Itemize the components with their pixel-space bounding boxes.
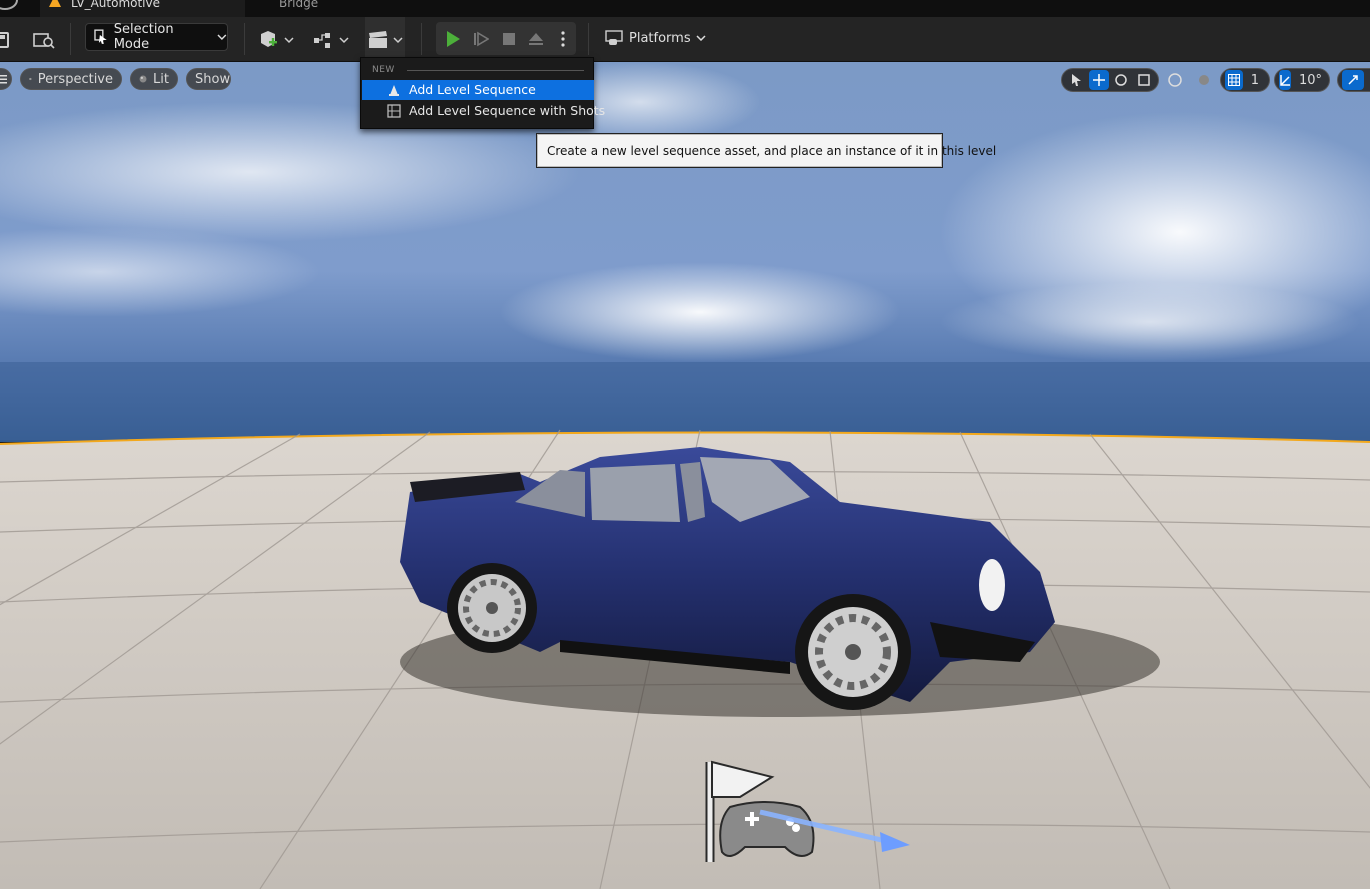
tab-level-label: LV_Automotive (71, 0, 160, 10)
show-label: Show (195, 71, 231, 87)
cursor-icon (1072, 74, 1082, 86)
tab-bridge-label: Bridge (279, 0, 319, 10)
menu-item-label: Add Level Sequence with Shots (409, 103, 606, 118)
world-icon (1168, 73, 1182, 87)
toolbar-divider (70, 23, 71, 55)
play-button[interactable] (441, 22, 465, 55)
platforms-dropdown[interactable]: Platforms (605, 23, 706, 53)
perspective-dropdown[interactable]: Perspective (20, 68, 122, 90)
stop-icon (503, 32, 515, 45)
play-options-button[interactable] (554, 22, 572, 55)
selection-mode-dropdown[interactable]: Selection Mode (85, 22, 228, 52)
grid-icon (1227, 74, 1240, 86)
menu-item-tooltip: Create a new level sequence asset, and p… (536, 133, 996, 168)
cinematics-button[interactable] (365, 17, 405, 62)
blueprints-button[interactable] (311, 17, 351, 62)
more-vertical-icon (561, 30, 565, 47)
cinematics-menu: NEW Add Level Sequence Add Level Sequenc… (360, 57, 605, 129)
angle-icon (1280, 75, 1290, 86)
stop-button[interactable] (498, 22, 520, 55)
main-toolbar: Selection Mode Platforms (0, 17, 1370, 62)
perspective-label: Perspective (37, 71, 113, 87)
menu-item-add-level-sequence-with-shots[interactable]: Add Level Sequence with Shots (362, 101, 605, 121)
blueprint-icon (314, 32, 349, 48)
chevron-down-icon (217, 34, 227, 40)
hamburger-icon (0, 75, 7, 84)
add-actor-button[interactable] (256, 17, 296, 62)
add-actor-icon (261, 30, 294, 47)
coordinate-system-button[interactable] (1164, 70, 1186, 90)
scale-icon (1138, 74, 1150, 86)
cube-icon (29, 77, 32, 81)
grid-snap-group[interactable]: 1 (1220, 68, 1270, 92)
scale-tool-button[interactable] (1134, 70, 1155, 90)
save-icon[interactable] (0, 17, 12, 62)
menu-item-add-level-sequence[interactable]: Add Level Sequence (362, 80, 594, 100)
document-tab-bar: LV_Automotive Bridge (0, 0, 1370, 17)
toolbar-divider (244, 23, 245, 55)
rotation-snap-toggle[interactable] (1279, 70, 1291, 90)
translate-tool-button[interactable] (1088, 70, 1109, 90)
clapperboard-icon (369, 30, 403, 48)
toolbar-divider (588, 23, 589, 55)
scale-snap-icon (1348, 75, 1358, 85)
grid-snap-toggle[interactable] (1225, 70, 1243, 90)
rotation-snap-group[interactable]: 10° (1274, 68, 1330, 92)
step-forward-icon (474, 31, 489, 46)
eject-icon (529, 32, 543, 45)
toolbar-divider (421, 23, 422, 55)
transform-tools (1061, 68, 1159, 92)
menu-section-new: NEW (372, 65, 395, 75)
platforms-label: Platforms (629, 30, 691, 46)
scale-snap-group[interactable]: 0 (1337, 68, 1370, 92)
chevron-down-icon (696, 35, 706, 41)
show-dropdown[interactable]: Show (186, 68, 231, 90)
play-controls (436, 22, 576, 55)
lit-label: Lit (153, 71, 169, 87)
rotate-tool-button[interactable] (1111, 70, 1132, 90)
tab-level[interactable]: LV_Automotive (40, 0, 245, 17)
surface-snap-icon (1199, 75, 1209, 85)
shots-icon (387, 104, 401, 118)
level-asset-icon (49, 0, 61, 7)
viewport-scene[interactable] (0, 62, 1370, 889)
play-icon (447, 30, 460, 47)
lit-sphere-icon (139, 75, 147, 83)
grid-snap-value: 1 (1250, 72, 1259, 88)
content-browser-icon[interactable] (32, 17, 56, 62)
cursor-icon (94, 29, 107, 44)
unreal-logo-icon[interactable] (0, 0, 18, 10)
level-viewport[interactable]: Perspective Lit Show 1 10° 0 (0, 62, 1370, 889)
selection-mode-label: Selection Mode (113, 22, 174, 52)
menu-section-divider (407, 70, 584, 71)
move-arrows-icon (1092, 74, 1105, 86)
advance-frame-button[interactable] (470, 22, 492, 55)
scale-snap-value: 0 (1366, 73, 1370, 88)
level-sequence-icon (389, 85, 399, 96)
rotate-icon (1115, 74, 1127, 86)
eject-button[interactable] (525, 22, 547, 55)
scale-snap-toggle[interactable] (1342, 70, 1364, 90)
rotation-snap-value: 10° (1299, 72, 1323, 88)
menu-item-label: Add Level Sequence (409, 82, 536, 97)
platforms-icon (605, 30, 623, 45)
surface-snap-button[interactable] (1193, 70, 1215, 90)
view-mode-dropdown[interactable]: Lit (130, 68, 178, 90)
select-tool-button[interactable] (1066, 70, 1087, 90)
